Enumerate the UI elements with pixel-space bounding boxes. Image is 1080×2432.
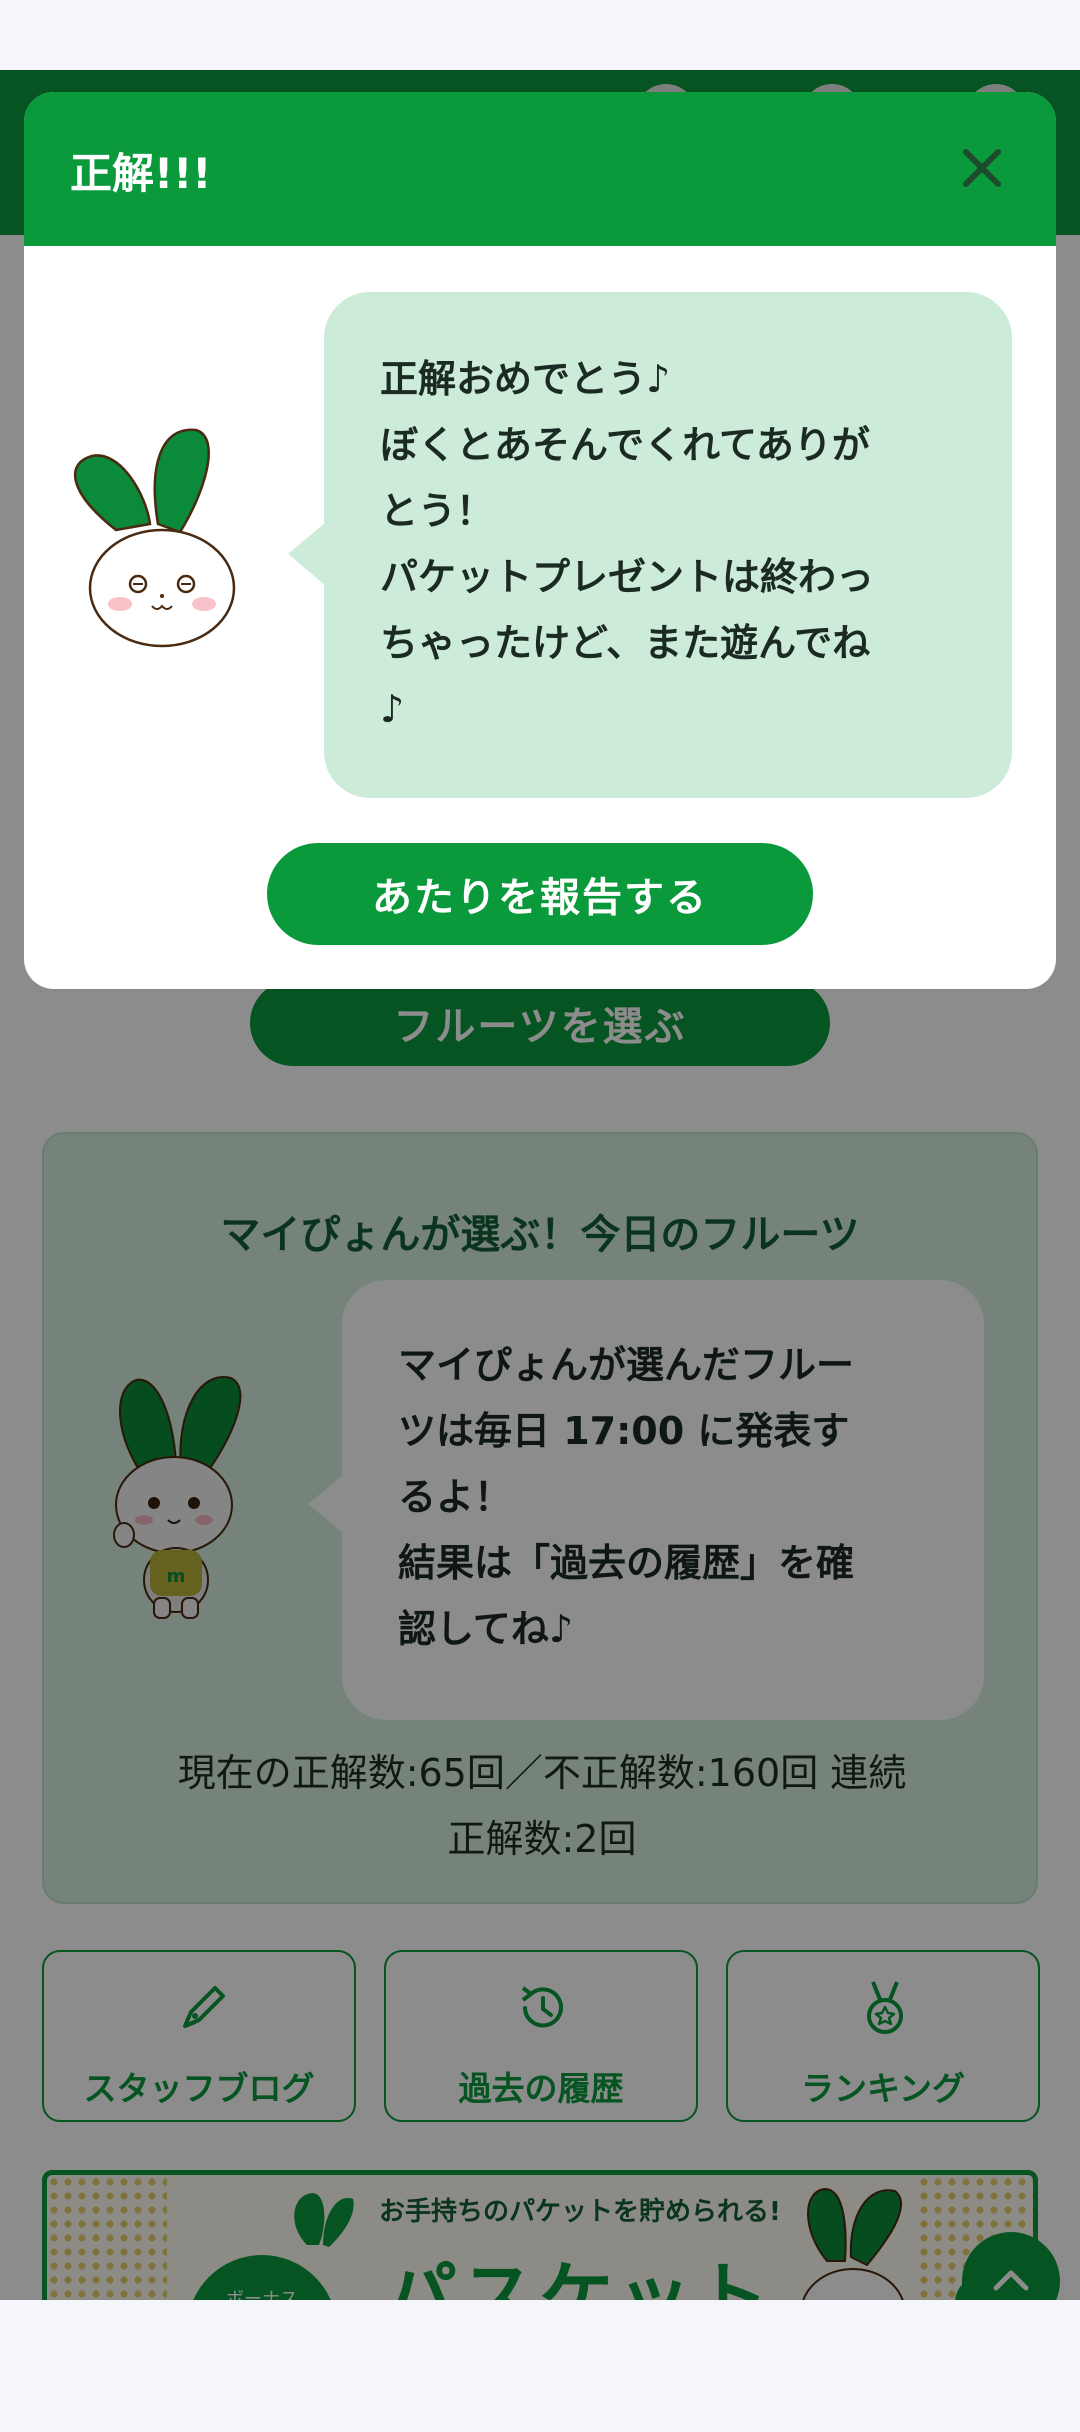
bubble-line: ♪ xyxy=(380,687,405,731)
close-icon[interactable] xyxy=(952,138,1012,198)
bubble-line: とう！ xyxy=(380,489,495,533)
maipyon-character-image xyxy=(73,428,236,648)
dialog-speech-bubble: 正解おめでとう♪ ぼくとあそんでくれてありが とう！ パケットプレゼントは終わっ… xyxy=(324,292,1012,798)
status-bar xyxy=(0,0,1080,70)
navigation-bar xyxy=(0,2300,1080,2432)
bubble-line: ぼくとあそんでくれてありが xyxy=(380,423,870,467)
bubble-line: ちゃったけど、また遊んでね xyxy=(380,621,871,665)
bubble-line: パケットプレゼントは終わっ xyxy=(380,555,875,599)
dialog-title: 正解!!! xyxy=(70,149,212,198)
correct-answer-dialog: 正解!!! 正解おめでとう♪ ぼくとあそんでくれてありが とう！ パケットプレゼ… xyxy=(24,92,1056,989)
bubble-line: 正解おめでとう♪ xyxy=(380,357,671,401)
report-win-button[interactable]: あたりを報告する xyxy=(267,843,813,945)
speech-bubble-tail xyxy=(288,522,326,586)
dialog-header: 正解!!! xyxy=(24,92,1056,246)
